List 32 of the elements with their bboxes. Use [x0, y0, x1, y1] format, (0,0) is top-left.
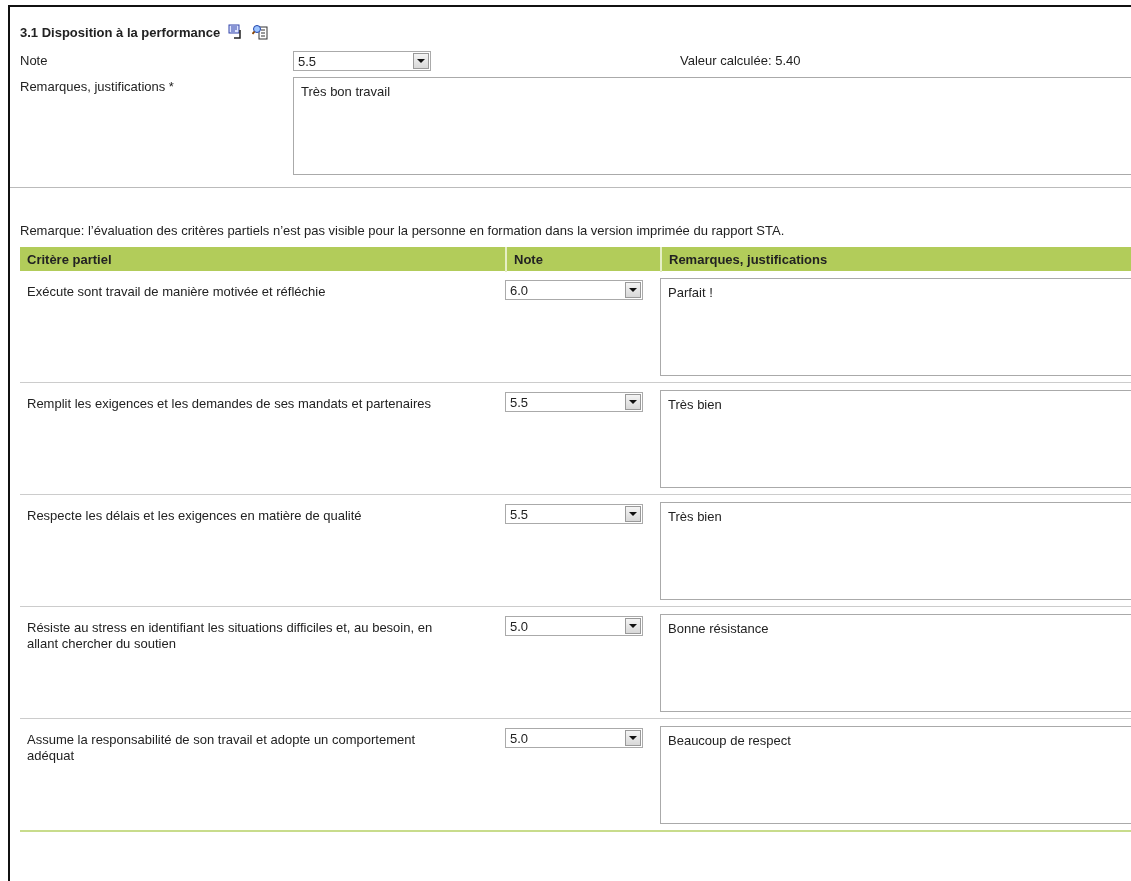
calculated-value: Valeur calculée: 5.40 [679, 52, 802, 68]
caret-icon [629, 286, 637, 294]
note-select[interactable]: 5.5 [505, 392, 643, 412]
search-document-icon[interactable] [252, 24, 269, 40]
caret-icon [629, 622, 637, 630]
remarks-field[interactable]: Très bien [660, 390, 1131, 488]
remarks-field[interactable]: Parfait ! [660, 278, 1131, 376]
note-select[interactable]: 5.5 [505, 504, 643, 524]
note-label: Note [20, 52, 49, 68]
remarks-label: Remarques, justifications * [20, 78, 175, 94]
section-title: 3.1 Disposition à la performance [20, 24, 221, 40]
criterion-text: Respecte les délais et les exigences en matière de qualité [26, 507, 363, 525]
column-header: Note [505, 247, 660, 272]
remarks-field[interactable]: Bonne résistance [660, 614, 1131, 712]
notice-text: Remarque: l’évaluation des critères partiels n’est pas visible pour la personne en formation dans la version imprimée du rapport STA. [20, 223, 786, 238]
criterion-text: Assume la responsabilité de son travail et adopte un comportement adéquat [26, 731, 417, 765]
caret-icon [629, 734, 637, 742]
criterion-text: Résiste au stress en identifiant les situations difficiles et, au besoin, en allant chercher du soutien [26, 619, 434, 653]
note-select[interactable]: 6.0 [505, 280, 643, 300]
caret-icon [417, 57, 425, 65]
remarks-field[interactable]: Très bien [660, 502, 1131, 600]
note-select[interactable]: 5.5 [293, 51, 431, 71]
criterion-text: Exécute sont travail de manière motivée et réfléchie [26, 283, 327, 301]
caret-icon [629, 398, 637, 406]
remarks-field[interactable]: Très bon travail [293, 77, 1131, 175]
column-header: Critère partiel [26, 251, 113, 269]
criterion-text: Remplit les exigences et les demandes de ses mandats et partenaires [26, 395, 432, 413]
column-header: Remarques, justifications [660, 247, 1131, 272]
remarks-field[interactable]: Beaucoup de respect [660, 726, 1131, 824]
note-select[interactable]: 5.0 [505, 728, 643, 748]
caret-icon [629, 510, 637, 518]
note-select[interactable]: 5.0 [505, 616, 643, 636]
